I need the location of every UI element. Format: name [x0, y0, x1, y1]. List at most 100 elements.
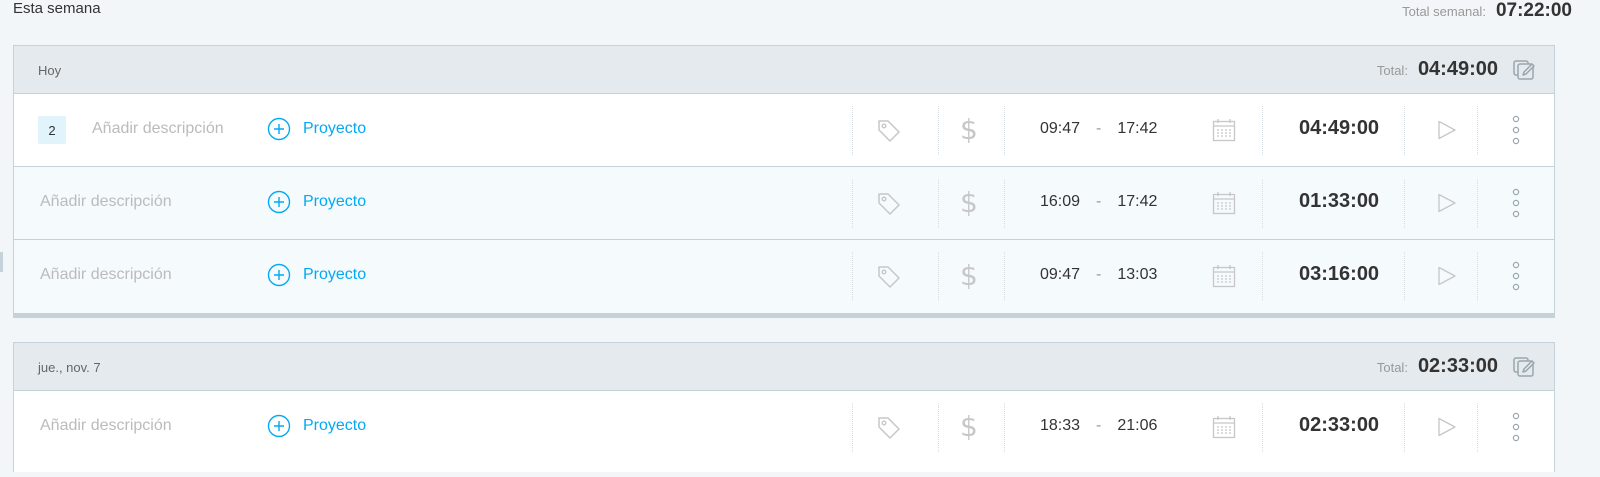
divider — [1477, 403, 1478, 452]
divider — [1404, 252, 1405, 301]
day-group-total: Total: 02:33:00 — [1377, 355, 1498, 378]
start-time-input[interactable]: 18:33 — [1040, 417, 1080, 435]
divider — [1404, 106, 1405, 155]
project-label: Proyecto — [303, 193, 367, 210]
divider — [1477, 179, 1478, 228]
day-group-date: Hoy — [38, 63, 62, 78]
day-total-label: Total: — [1376, 360, 1408, 375]
day-total-value: 04:49:00 — [1417, 58, 1498, 80]
description-input[interactable]: Añadir descripción — [40, 417, 172, 435]
divider — [852, 403, 853, 452]
divider — [1004, 179, 1005, 228]
tag-icon[interactable] — [876, 264, 902, 290]
description-input[interactable]: Añadir descripción — [40, 266, 172, 284]
project-button[interactable]: Proyecto — [267, 190, 366, 214]
divider — [852, 106, 853, 155]
start-time-input[interactable]: 09:47 — [1040, 120, 1080, 138]
time-entry-row: Añadir descripción Proyecto $ 18:33 - 21… — [14, 391, 1554, 464]
end-time-input[interactable]: 17:42 — [1117, 120, 1157, 138]
week-total-value: 07:22:00 — [1495, 0, 1572, 21]
week-title: Esta semana — [13, 0, 101, 17]
time-range: 16:09 - 17:42 — [1040, 193, 1157, 211]
play-icon[interactable] — [1437, 193, 1457, 213]
plus-circle-icon — [267, 190, 291, 214]
divider — [938, 403, 939, 452]
play-icon[interactable] — [1437, 266, 1457, 286]
divider — [1262, 106, 1263, 155]
end-time-input[interactable]: 13:03 — [1117, 266, 1157, 284]
day-total-label: Total: — [1376, 63, 1408, 78]
divider — [1004, 106, 1005, 155]
day-group-header: jue., nov. 7 Total: 02:33:00 — [14, 343, 1554, 391]
divider — [1262, 179, 1263, 228]
time-dash: - — [1096, 120, 1102, 137]
end-time-input[interactable]: 21:06 — [1117, 417, 1157, 435]
calendar-icon[interactable] — [1212, 191, 1236, 215]
calendar-icon[interactable] — [1212, 118, 1236, 142]
duration-input[interactable]: 03:16:00 — [1299, 263, 1379, 286]
project-label: Proyecto — [303, 120, 367, 137]
tag-icon[interactable] — [876, 118, 902, 144]
start-time-input[interactable]: 09:47 — [1040, 266, 1080, 284]
time-dash: - — [1096, 417, 1102, 434]
divider — [1404, 403, 1405, 452]
time-range: 18:33 - 21:06 — [1040, 417, 1157, 435]
day-group-header: Hoy Total: 04:49:00 — [14, 46, 1554, 94]
time-dash: - — [1096, 193, 1102, 210]
dollar-icon[interactable]: $ — [960, 114, 978, 146]
divider — [1004, 403, 1005, 452]
divider — [1004, 252, 1005, 301]
day-total-value: 02:33:00 — [1417, 355, 1498, 377]
duration-input[interactable]: 04:49:00 — [1299, 117, 1379, 140]
tag-icon[interactable] — [876, 191, 902, 217]
divider — [1477, 106, 1478, 155]
duration-input[interactable]: 01:33:00 — [1299, 190, 1379, 213]
time-dash: - — [1096, 266, 1102, 283]
day-group-total: Total: 04:49:00 — [1377, 58, 1498, 81]
more-vertical-icon[interactable] — [1511, 114, 1521, 146]
week-header: Esta semana Total semanal: 07:22:00 — [0, 0, 1600, 36]
more-vertical-icon[interactable] — [1511, 187, 1521, 219]
calendar-icon[interactable] — [1212, 415, 1236, 439]
divider — [938, 106, 939, 155]
entry-count-badge[interactable]: 2 — [38, 116, 66, 144]
project-label: Proyecto — [303, 417, 367, 434]
play-icon[interactable] — [1437, 120, 1457, 140]
divider — [852, 252, 853, 301]
day-group-nov-7: jue., nov. 7 Total: 02:33:00 Añadir desc… — [13, 342, 1555, 472]
more-vertical-icon[interactable] — [1511, 260, 1521, 292]
divider — [938, 179, 939, 228]
duration-input[interactable]: 02:33:00 — [1299, 414, 1379, 437]
description-input[interactable]: Añadir descripción — [40, 193, 172, 211]
divider — [1262, 252, 1263, 301]
bulk-edit-icon[interactable] — [1512, 59, 1538, 81]
dollar-icon[interactable]: $ — [960, 187, 978, 219]
scroll-edge — [0, 252, 3, 272]
divider — [1404, 179, 1405, 228]
tag-icon[interactable] — [876, 415, 902, 441]
divider — [938, 252, 939, 301]
more-vertical-icon[interactable] — [1511, 411, 1521, 443]
divider — [1262, 403, 1263, 452]
project-button[interactable]: Proyecto — [267, 263, 366, 287]
time-range: 09:47 - 13:03 — [1040, 266, 1157, 284]
plus-circle-icon — [267, 117, 291, 141]
week-total-label: Total semanal: — [1402, 4, 1486, 19]
plus-circle-icon — [267, 414, 291, 438]
bulk-edit-icon[interactable] — [1512, 356, 1538, 378]
play-icon[interactable] — [1437, 417, 1457, 437]
dollar-icon[interactable]: $ — [960, 411, 978, 443]
project-label: Proyecto — [303, 266, 367, 283]
day-group-today: Hoy Total: 04:49:00 2 Añadir descripción… — [13, 45, 1555, 318]
project-button[interactable]: Proyecto — [267, 414, 366, 438]
end-time-input[interactable]: 17:42 — [1117, 193, 1157, 211]
start-time-input[interactable]: 16:09 — [1040, 193, 1080, 211]
week-total: Total semanal: 07:22:00 — [1402, 0, 1572, 22]
calendar-icon[interactable] — [1212, 264, 1236, 288]
plus-circle-icon — [267, 263, 291, 287]
project-button[interactable]: Proyecto — [267, 117, 366, 141]
time-entry-row: 2 Añadir descripción Proyecto $ 09:47 - … — [14, 94, 1554, 167]
dollar-icon[interactable]: $ — [960, 260, 978, 292]
description-input[interactable]: Añadir descripción — [92, 120, 224, 138]
time-entry-row: Añadir descripción Proyecto $ 16:09 - 17… — [14, 167, 1554, 240]
